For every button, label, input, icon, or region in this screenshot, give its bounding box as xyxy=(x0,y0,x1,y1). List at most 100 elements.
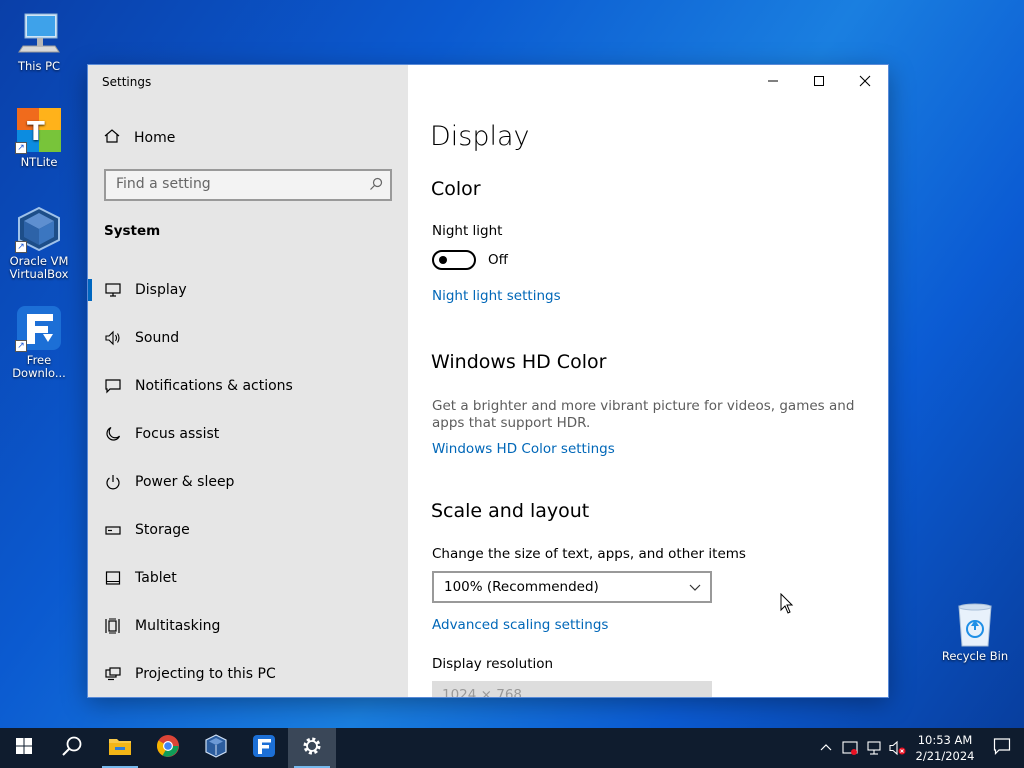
desktop-icon-recycle-bin[interactable]: Recycle Bin xyxy=(938,602,1012,663)
settings-window: Settings Home Find a setting System Disp… xyxy=(88,65,888,697)
color-heading: Color xyxy=(431,178,481,200)
desktop-icon-label: Oracle VM VirtualBox xyxy=(9,254,69,281)
tablet-icon xyxy=(104,569,122,587)
clock-time: 10:53 AM xyxy=(917,733,973,747)
settings-content: Display Color Night light Off Night ligh… xyxy=(408,65,888,697)
show-hidden-icons-button[interactable] xyxy=(814,728,838,768)
taskbar-free-download-manager[interactable] xyxy=(240,728,288,768)
sidebar-item-label: Display xyxy=(135,282,187,298)
desktop-icon-label: Free Downlo... xyxy=(12,353,66,380)
advanced-scaling-link[interactable]: Advanced scaling settings xyxy=(432,617,608,633)
night-light-label: Night light xyxy=(432,223,503,239)
settings-sidebar: Settings Home Find a setting System Disp… xyxy=(88,65,408,697)
start-button[interactable] xyxy=(0,728,48,768)
sidebar-nav: Display Sound Notifications & actions Fo… xyxy=(88,266,408,697)
sidebar-item-focus-assist[interactable]: Focus assist xyxy=(88,410,408,458)
taskbar-settings[interactable] xyxy=(288,728,336,768)
projecting-icon xyxy=(104,665,122,683)
security-icon[interactable] xyxy=(838,728,862,768)
sidebar-item-label: Multitasking xyxy=(135,618,221,634)
multitasking-icon xyxy=(104,617,122,635)
sidebar-item-label: Power & sleep xyxy=(135,474,235,490)
night-light-settings-link[interactable]: Night light settings xyxy=(432,288,561,304)
volume-muted-icon[interactable] xyxy=(886,728,910,768)
desktop-icon-free-download[interactable]: ↗ Free Downlo... xyxy=(2,304,76,380)
notification-icon xyxy=(104,377,122,395)
computer-icon xyxy=(15,10,63,58)
desktop-icon-label: This PC xyxy=(17,59,61,73)
sidebar-item-display[interactable]: Display xyxy=(88,266,408,314)
sidebar-item-power-sleep[interactable]: Power & sleep xyxy=(88,458,408,506)
sidebar-item-label: Tablet xyxy=(135,570,177,586)
resolution-dropdown[interactable]: 1024 × 768 xyxy=(432,681,712,697)
home-icon xyxy=(104,128,134,148)
mouse-cursor-icon xyxy=(780,592,794,619)
taskbar-search-button[interactable] xyxy=(48,728,96,768)
window-title: Settings xyxy=(102,75,152,89)
desktop-icon-ntlite[interactable]: T ↗ NTLite xyxy=(2,106,76,169)
sidebar-item-notifications[interactable]: Notifications & actions xyxy=(88,362,408,410)
sidebar-item-sound[interactable]: Sound xyxy=(88,314,408,362)
sidebar-item-storage[interactable]: Storage xyxy=(88,506,408,554)
svg-text:T: T xyxy=(27,117,45,147)
chevron-down-icon xyxy=(688,580,702,598)
clock-date: 2/21/2024 xyxy=(915,749,975,763)
search-icon[interactable] xyxy=(369,177,383,195)
scale-dropdown-value: 100% (Recommended) xyxy=(444,579,599,595)
taskbar-clock[interactable]: 10:53 AM 2/21/2024 xyxy=(910,732,980,764)
chrome-icon xyxy=(156,734,180,762)
system-tray: 10:53 AM 2/21/2024 xyxy=(814,728,1024,768)
monitor-icon xyxy=(104,281,122,299)
scale-size-label: Change the size of text, apps, and other… xyxy=(432,546,746,562)
minimize-button[interactable] xyxy=(750,65,796,97)
home-label: Home xyxy=(134,130,176,146)
search-input[interactable]: Find a setting xyxy=(104,169,392,201)
search-icon xyxy=(61,735,83,761)
desktop-icon-this-pc[interactable]: This PC xyxy=(2,10,76,73)
maximize-button[interactable] xyxy=(796,65,842,97)
home-nav-item[interactable]: Home xyxy=(104,128,175,148)
download-manager-icon: ↗ xyxy=(15,304,63,352)
desktop-icon-virtualbox[interactable]: ↗ Oracle VM VirtualBox xyxy=(2,205,76,281)
desktop-icon-label: NTLite xyxy=(20,155,58,169)
download-manager-icon xyxy=(252,734,276,762)
taskbar-chrome[interactable] xyxy=(144,728,192,768)
storage-icon xyxy=(104,521,122,539)
sidebar-item-label: Focus assist xyxy=(135,426,220,442)
scale-dropdown[interactable]: 100% (Recommended) xyxy=(432,571,712,603)
night-light-toggle[interactable] xyxy=(432,250,476,270)
night-light-state: Off xyxy=(488,252,508,268)
network-icon[interactable] xyxy=(862,728,886,768)
close-button[interactable] xyxy=(842,65,888,97)
taskbar-virtualbox[interactable] xyxy=(192,728,240,768)
gear-icon xyxy=(301,735,323,761)
taskbar-file-explorer[interactable] xyxy=(96,728,144,768)
moon-icon xyxy=(104,425,122,443)
sidebar-item-label: Sound xyxy=(135,330,180,346)
notification-icon xyxy=(993,737,1011,759)
speaker-icon xyxy=(104,329,122,347)
sidebar-item-tablet[interactable]: Tablet xyxy=(88,554,408,602)
action-center-button[interactable] xyxy=(980,728,1024,768)
page-title: Display xyxy=(430,121,530,152)
search-placeholder: Find a setting xyxy=(116,176,211,192)
power-icon xyxy=(104,473,122,491)
hd-color-settings-link[interactable]: Windows HD Color settings xyxy=(432,441,615,457)
windows-logo-icon xyxy=(16,738,32,758)
sidebar-item-label: Storage xyxy=(135,522,190,538)
hd-color-description: Get a brighter and more vibrant picture … xyxy=(432,398,855,431)
virtualbox-icon: ↗ xyxy=(15,205,63,253)
taskbar: 10:53 AM 2/21/2024 xyxy=(0,728,1024,768)
display-resolution-label: Display resolution xyxy=(432,656,554,672)
sidebar-item-label: Projecting to this PC xyxy=(135,666,276,682)
resolution-dropdown-value: 1024 × 768 xyxy=(442,687,523,697)
sidebar-item-projecting[interactable]: Projecting to this PC xyxy=(88,650,408,697)
recycle-bin-icon xyxy=(953,602,997,648)
sidebar-item-multitasking[interactable]: Multitasking xyxy=(88,602,408,650)
virtualbox-icon xyxy=(204,734,228,762)
ntlite-icon: T ↗ xyxy=(15,106,63,154)
hd-color-heading: Windows HD Color xyxy=(431,351,607,373)
desktop-icon-label: Recycle Bin xyxy=(941,649,1009,663)
window-controls xyxy=(750,65,888,97)
folder-icon xyxy=(108,736,132,760)
